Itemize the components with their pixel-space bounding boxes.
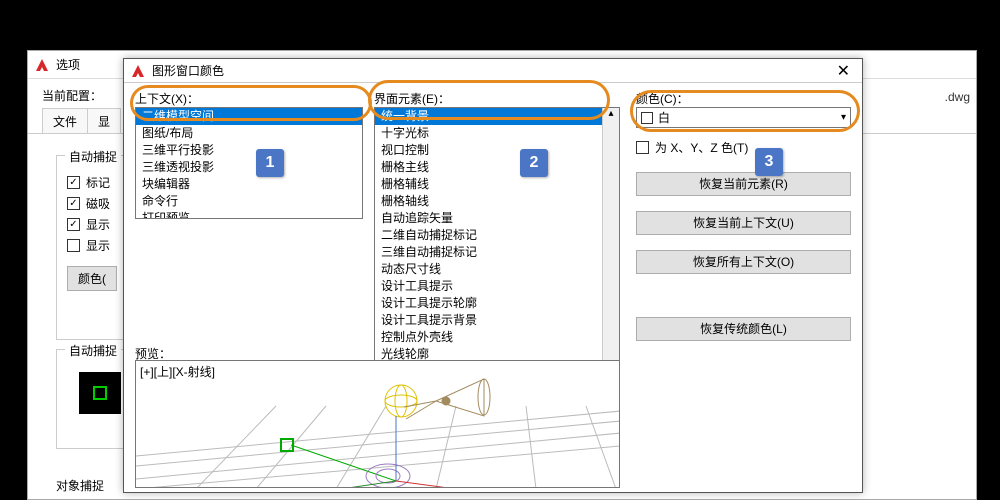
list-item[interactable]: 三维平行投影 (136, 142, 362, 159)
list-item[interactable]: 块编辑器 (136, 176, 362, 193)
callout-badge-2: 2 (520, 149, 548, 177)
context-listbox[interactable]: 二维模型空间 图纸/布局 三维平行投影 三维透视投影 块编辑器 命令行 打印预览 (135, 107, 363, 219)
list-item[interactable]: 图纸/布局 (136, 125, 362, 142)
btn-restore-all[interactable]: 恢复所有上下文(O) (636, 250, 851, 274)
list-item[interactable]: 自动追踪矢量 (375, 210, 619, 227)
color-swatch-icon (641, 112, 653, 124)
callout-badge-1: 1 (256, 149, 284, 177)
preview-box: [+][上][X-射线] (135, 360, 620, 488)
btn-restore-classic[interactable]: 恢复传统颜色(L) (636, 317, 851, 341)
list-item[interactable]: 栅格辅线 (375, 176, 619, 193)
drawing-suffix: .dwg (945, 90, 970, 104)
btn-restore-element[interactable]: 恢复当前元素(R) (636, 172, 851, 196)
preview-caption: [+][上][X-射线] (140, 363, 215, 380)
group-autosnap-marker-label: 自动捕捉 (65, 342, 121, 359)
autosnap-swatch (79, 372, 121, 414)
list-item[interactable]: 二维模型空间 (136, 108, 362, 125)
list-item[interactable]: 设计工具提示 (375, 278, 619, 295)
scrollbar[interactable] (602, 108, 619, 389)
list-item[interactable]: 设计工具提示轮廓 (375, 295, 619, 312)
drawing-window-colors-dialog: 图形窗口颜色 ✕ 上下文(X)： 界面元素(E)： 颜色(C)： 二维模型空间 … (123, 58, 863, 493)
chevron-down-icon: ▾ (841, 112, 846, 123)
group-autosnap-settings-label: 自动捕捉 (65, 148, 121, 165)
callout-badge-3: 3 (755, 148, 783, 176)
preview-drawing (136, 361, 620, 488)
object-snap-label: 对象捕捉 (56, 477, 104, 494)
options-title-text: 选项 (56, 56, 80, 73)
element-listbox[interactable]: 统一背景 十字光标 视口控制 栅格主线 栅格辅线 栅格轴线 自动追踪矢量 二维自… (374, 107, 620, 390)
color-label: 颜色(C)： (636, 90, 689, 107)
autocad-icon (34, 57, 50, 73)
list-item[interactable]: 三维透视投影 (136, 159, 362, 176)
context-label: 上下文(X)： (135, 90, 199, 107)
tab-file[interactable]: 文件 (42, 108, 88, 133)
close-icon[interactable]: ✕ (831, 61, 856, 81)
list-item[interactable]: 栅格轴线 (375, 193, 619, 210)
list-item[interactable]: 打印预览 (136, 210, 362, 219)
tab-display[interactable]: 显 (87, 108, 121, 133)
colors-titlebar: 图形窗口颜色 ✕ (124, 59, 862, 83)
list-item[interactable]: 设计工具提示背景 (375, 312, 619, 329)
btn-restore-context[interactable]: 恢复当前上下文(U) (636, 211, 851, 235)
color-value: 白 (658, 109, 670, 126)
element-label: 界面元素(E)： (374, 90, 450, 107)
list-item[interactable]: 命令行 (136, 193, 362, 210)
btn-color[interactable]: 颜色( (67, 266, 117, 291)
list-item[interactable]: 栅格主线 (375, 159, 619, 176)
list-item[interactable]: 视口控制 (375, 142, 619, 159)
list-item[interactable]: 动态尺寸线 (375, 261, 619, 278)
colors-title-text: 图形窗口颜色 (152, 62, 224, 79)
list-item[interactable]: 二维自动捕捉标记 (375, 227, 619, 244)
list-item[interactable]: 控制点外壳线 (375, 329, 619, 346)
list-item[interactable]: 统一背景 (375, 108, 619, 125)
list-item[interactable]: 十字光标 (375, 125, 619, 142)
color-combobox[interactable]: 白 ▾ (636, 107, 851, 128)
autocad-icon (130, 63, 146, 79)
chk-axis-colors[interactable]: 为 X、Y、Z 色(T) (636, 139, 748, 156)
list-item[interactable]: 三维自动捕捉标记 (375, 244, 619, 261)
